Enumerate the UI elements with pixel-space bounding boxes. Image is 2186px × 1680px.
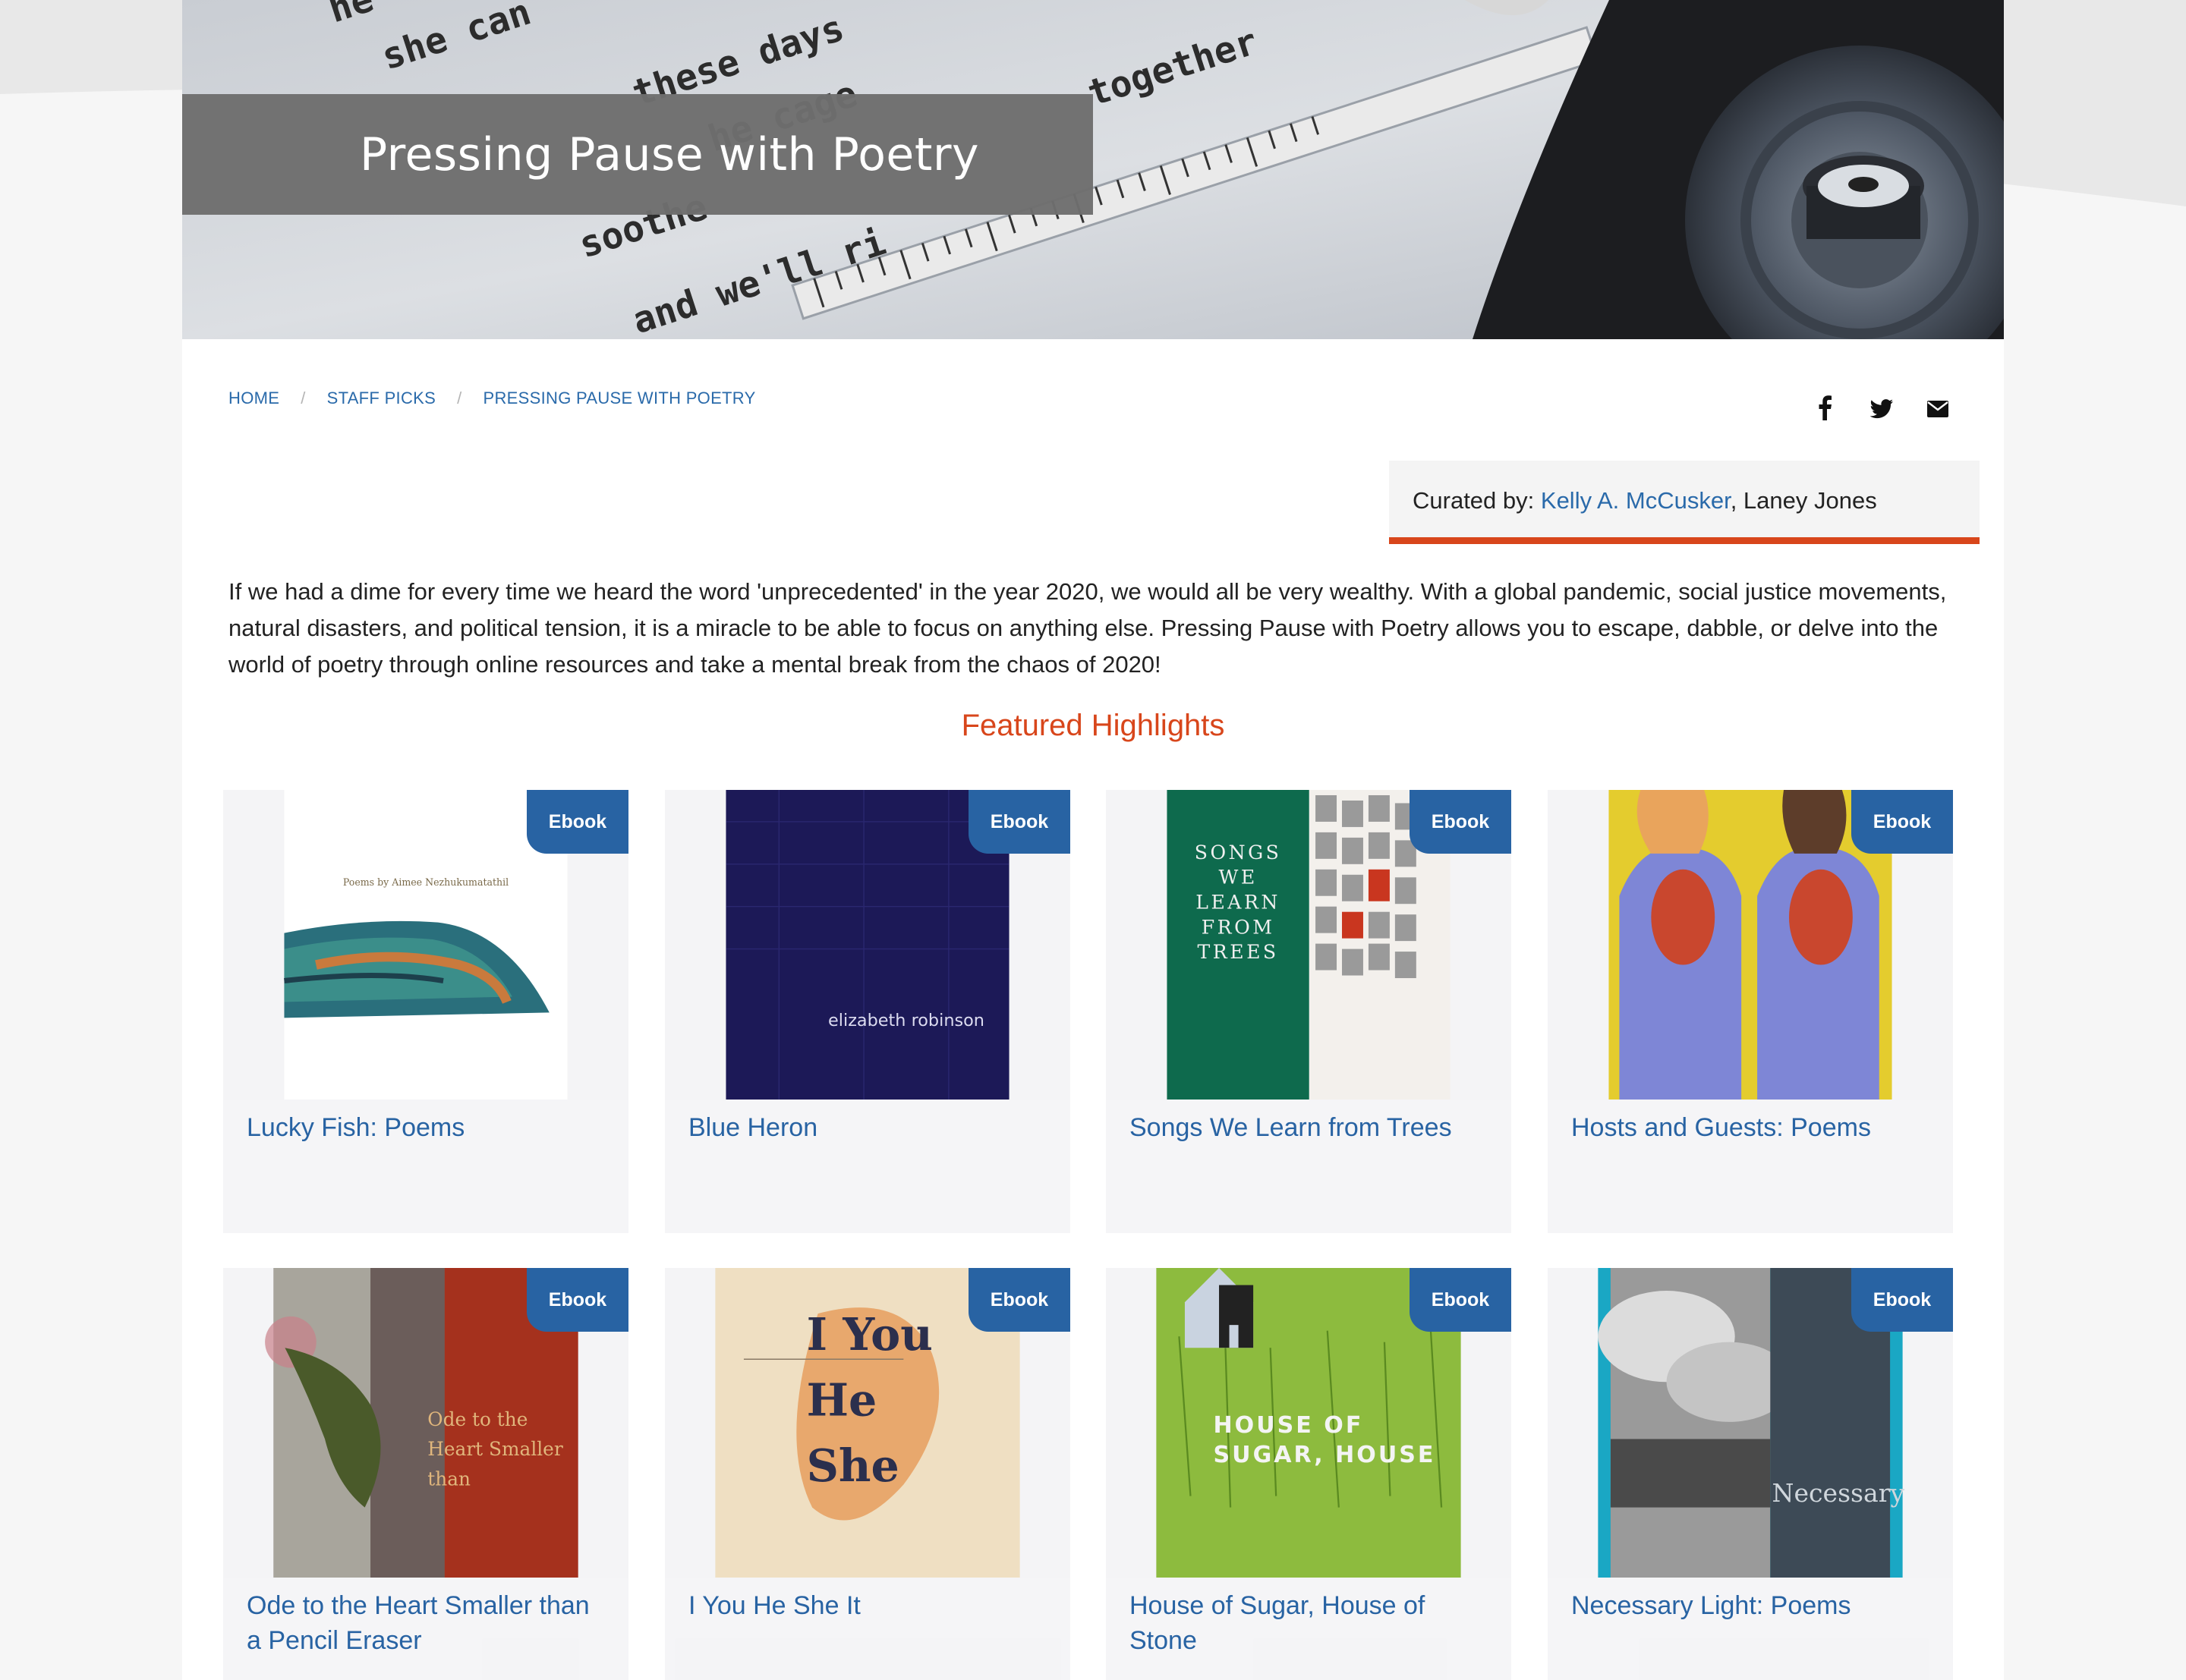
book-card[interactable]: Necessary Ebook Necessary Light: Poems [1548,1268,1953,1680]
share-links [1814,395,1949,422]
ebook-badge: Ebook [1410,1268,1511,1332]
breadcrumb: HOME / STAFF PICKS / PRESSING PAUSE WITH… [228,389,756,408]
book-title-link[interactable]: Lucky Fish: Poems [247,1110,611,1145]
email-icon[interactable] [1926,395,1949,422]
hero-title-box: Pressing Pause with Poetry [182,94,1093,215]
book-card[interactable]: I You He She Ebook I You He She It [665,1268,1070,1680]
twitter-icon[interactable] [1869,395,1893,422]
book-title-link[interactable]: Songs We Learn from Trees [1129,1110,1494,1145]
hero-banner: he she can these days he cage soothe and… [182,0,2004,339]
ebook-badge: Ebook [1851,790,1953,854]
ebook-badge: Ebook [1410,790,1511,854]
book-card[interactable]: elizabeth robinson Ebook Blue Heron [665,790,1070,1233]
book-card[interactable]: HOUSE OF SUGAR, HOUSE Ebook House of Sug… [1106,1268,1511,1680]
cover-text: SONGS WE LEARN FROM TREES [1194,842,1282,964]
book-card[interactable]: Poems by Aimee Nezhukumatathil Ebook Luc… [223,790,628,1233]
curated-by-box: Curated by: Kelly A. McCusker, Laney Jon… [1389,461,1980,544]
cover-text: Ode to the Heart Smaller than [427,1408,563,1490]
breadcrumb-current[interactable]: PRESSING PAUSE WITH POETRY [484,389,756,408]
page-title: Pressing Pause with Poetry [360,127,980,181]
book-card[interactable]: SONGS WE LEARN FROM TREES Ebook Songs We… [1106,790,1511,1233]
featured-heading: Featured Highlights [961,709,1225,742]
breadcrumb-separator: / [301,389,306,407]
book-title-link[interactable]: House of Sugar, House of Stone [1129,1588,1494,1658]
curator-other: , Laney Jones [1730,487,1877,514]
ebook-badge: Ebook [969,790,1070,854]
cover-text: Poems by Aimee Nezhukumatathil [343,876,509,888]
curated-label: Curated by: [1413,487,1535,514]
book-title-link[interactable]: Hosts and Guests: Poems [1571,1110,1936,1145]
ebook-badge: Ebook [527,790,628,854]
ebook-badge: Ebook [1851,1268,1953,1332]
ebook-badge: Ebook [527,1268,628,1332]
book-title-link[interactable]: Ode to the Heart Smaller than a Pencil E… [247,1588,611,1658]
curator-link[interactable]: Kelly A. McCusker [1541,487,1731,514]
page-content: he she can these days he cage soothe and… [182,0,2004,1680]
cover-text: Necessary [1772,1478,1905,1508]
breadcrumb-separator: / [457,389,462,407]
cover-text: I You He She [806,1309,933,1493]
facebook-icon[interactable] [1814,395,1837,422]
cover-text: elizabeth robinson [828,1011,984,1030]
book-card[interactable]: Ebook Hosts and Guests: Poems [1548,790,1953,1233]
breadcrumb-home[interactable]: HOME [228,389,279,408]
ebook-badge: Ebook [969,1268,1070,1332]
book-title-link[interactable]: Blue Heron [688,1110,1053,1145]
cover-text: HOUSE OF SUGAR, HOUSE [1213,1412,1436,1468]
book-card[interactable]: Ode to the Heart Smaller than Ebook Ode … [223,1268,628,1680]
intro-paragraph: If we had a dime for every time we heard… [228,578,1947,678]
breadcrumb-staff-picks[interactable]: STAFF PICKS [327,389,436,408]
book-title-link[interactable]: Necessary Light: Poems [1571,1588,1936,1623]
book-title-link[interactable]: I You He She It [688,1588,1053,1623]
